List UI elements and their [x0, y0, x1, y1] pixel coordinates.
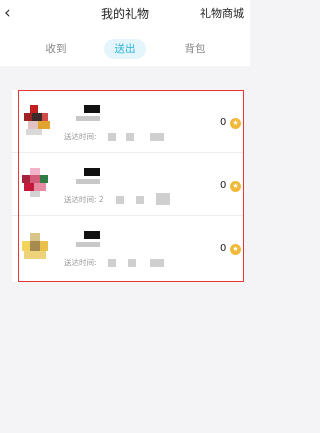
- gift-count: 0: [220, 117, 227, 128]
- gift-thumbnail: [20, 229, 56, 265]
- gift-name: [84, 231, 100, 239]
- gift-name: [84, 105, 100, 113]
- gift-thumbnail: [20, 103, 56, 139]
- sent-time-value: [128, 259, 136, 267]
- list-item[interactable]: 送达时间: 0 ★: [12, 90, 244, 153]
- coin-icon: ★: [230, 118, 241, 129]
- gift-subtitle: [76, 242, 100, 247]
- sent-time-value: [150, 133, 164, 141]
- coin-icon: ★: [230, 181, 241, 192]
- gift-subtitle: [76, 179, 100, 184]
- tab-received[interactable]: 收到: [38, 39, 74, 59]
- sent-time-value: [150, 259, 164, 267]
- tab-sent[interactable]: 送出: [104, 39, 146, 59]
- gift-name: [84, 168, 100, 176]
- gift-count: 0: [220, 180, 227, 191]
- gift-thumbnail: [20, 166, 56, 202]
- sent-time-label: 送达时间: 2: [64, 195, 104, 204]
- list-item[interactable]: 送达时间: 0 ★: [12, 216, 244, 282]
- gift-store-link[interactable]: 礼物商城: [200, 5, 244, 21]
- sent-time-value: [126, 133, 134, 141]
- sent-time-value: [156, 193, 170, 205]
- gift-list: 送达时间: 0 ★ 送达时间: 2 0 ★ 送达时间: 0 ★: [12, 90, 244, 282]
- sent-time-value: [136, 196, 144, 204]
- sent-time-label: 送达时间:: [64, 258, 97, 267]
- gift-count: 0: [220, 243, 227, 254]
- gift-subtitle: [76, 116, 100, 121]
- sent-time-value: [108, 259, 116, 267]
- top-bar: ‹ 我的礼物 礼物商城: [0, 0, 250, 28]
- tab-backpack[interactable]: 背包: [177, 39, 213, 59]
- sent-time-label: 送达时间:: [64, 132, 97, 141]
- sent-time-value: [116, 196, 124, 204]
- coin-icon: ★: [230, 244, 241, 255]
- tab-bar: 收到 送出 背包: [0, 28, 250, 66]
- list-item[interactable]: 送达时间: 2 0 ★: [12, 153, 244, 216]
- sent-time-value: [108, 133, 116, 141]
